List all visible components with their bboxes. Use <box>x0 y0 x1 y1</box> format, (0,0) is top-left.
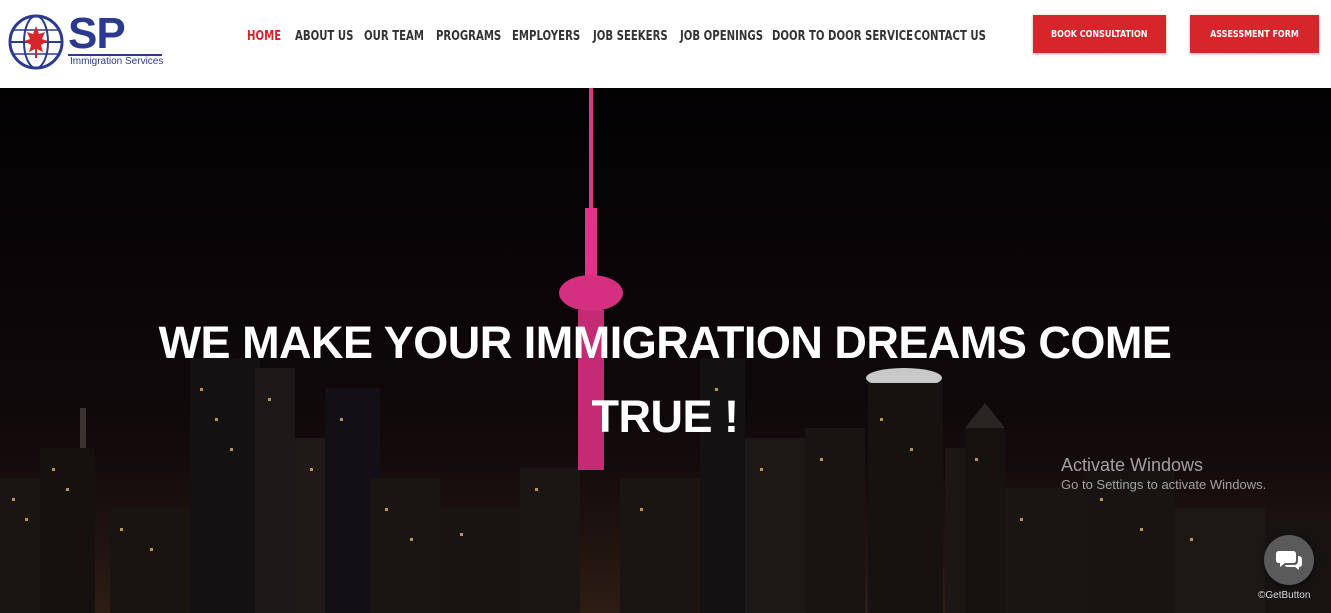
logo-text: SP <box>68 9 126 58</box>
book-consultation-button[interactable]: BOOK CONSULTATION <box>1033 15 1166 53</box>
nav-item-programs[interactable]: PROGRAMS <box>436 24 501 50</box>
assessment-form-button[interactable]: ASSESSMENT FORM <box>1190 15 1319 53</box>
hero-heading-line-2: TRUE ! <box>591 391 740 442</box>
nav-item-contact-us[interactable]: CONTACT US <box>914 24 986 50</box>
hero-heading-line-1: WE MAKE YOUR IMMIGRATION DREAMS COME <box>158 317 1172 368</box>
nav-item-about-us[interactable]: ABOUT US <box>295 24 353 50</box>
getbutton-credit-text: GetButton <box>1265 590 1311 601</box>
nav-item-job-openings[interactable]: JOB OPENINGS <box>680 24 763 50</box>
nav-item-our-team[interactable]: OUR TEAM <box>364 24 424 50</box>
watermark-subtitle: Go to Settings to activate Windows. <box>1061 477 1267 492</box>
nav-item-employers[interactable]: EMPLOYERS <box>512 24 580 50</box>
book-consultation-label: BOOK CONSULTATION <box>1051 28 1148 40</box>
nav-item-job-seekers[interactable]: JOB SEEKERS <box>593 24 668 50</box>
chat-widget-button[interactable] <box>1264 535 1314 585</box>
nav-item-door-to-door-service[interactable]: DOOR TO DOOR SERVICE <box>772 24 913 50</box>
watermark-title: Activate Windows <box>1061 455 1204 475</box>
hero-heading: WE MAKE YOUR IMMIGRATION DREAMS COME TRU… <box>150 306 1180 454</box>
getbutton-credit[interactable]: ©GetButton <box>1258 590 1310 601</box>
logo-subtitle: Immigration Services <box>70 56 164 67</box>
site-header: SP Immigration Services HOME ABOUT US OU… <box>0 0 1331 88</box>
chat-bubbles-icon <box>1276 551 1302 570</box>
globe-maple-leaf-icon <box>8 14 64 70</box>
logo[interactable]: SP Immigration Services <box>8 9 168 72</box>
windows-activation-watermark: Activate Windows Go to Settings to activ… <box>1061 454 1266 494</box>
hero-banner: WE MAKE YOUR IMMIGRATION DREAMS COME TRU… <box>0 88 1331 613</box>
nav-item-home[interactable]: HOME <box>247 24 281 50</box>
assessment-form-label: ASSESSMENT FORM <box>1210 28 1299 40</box>
